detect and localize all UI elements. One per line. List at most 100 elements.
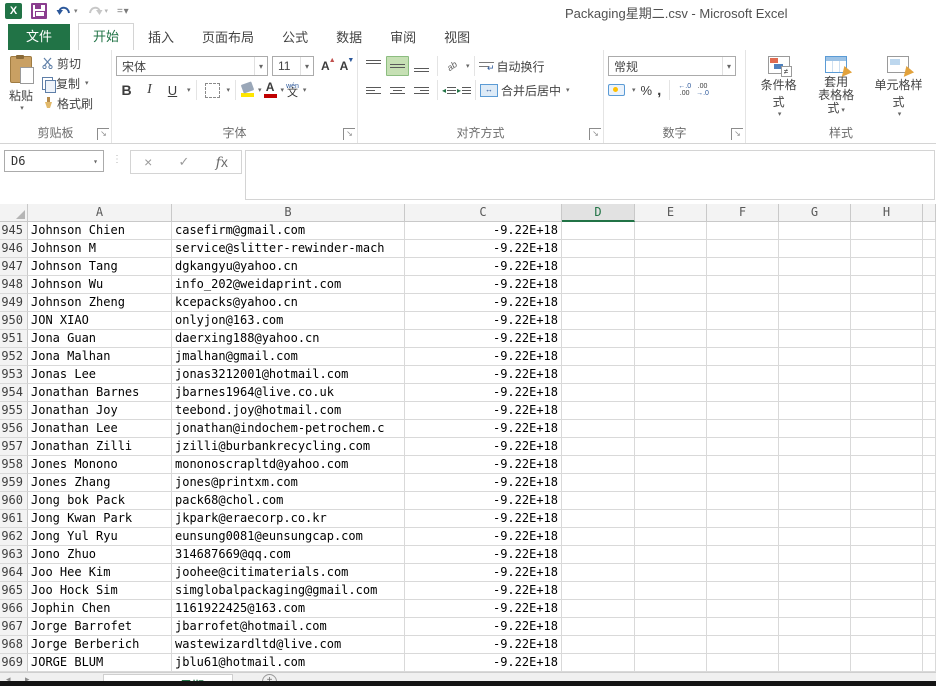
tab-page-layout[interactable]: 页面布局 (188, 25, 268, 50)
cell-empty[interactable] (635, 654, 707, 672)
cell-name[interactable]: Jong Kwan Park (28, 510, 172, 528)
conditional-formatting-button[interactable]: ≠ 条件格式 ▾ (754, 54, 803, 120)
cell-empty[interactable] (562, 636, 635, 654)
cell-empty[interactable] (779, 528, 851, 546)
cell-empty[interactable] (707, 348, 779, 366)
underline-button[interactable]: U (162, 80, 183, 100)
cell-empty[interactable] (851, 654, 923, 672)
cell-empty[interactable] (779, 276, 851, 294)
alignment-dialog-launcher-icon[interactable]: ↘ (589, 128, 601, 140)
cell-empty[interactable] (851, 312, 923, 330)
cell-empty[interactable] (635, 456, 707, 474)
cell-number[interactable]: -9.22E+18 (405, 582, 562, 600)
cell-empty[interactable] (635, 222, 707, 240)
percent-style-button[interactable]: % (641, 83, 653, 98)
row-header[interactable]: 946 (0, 240, 28, 258)
cell-empty[interactable] (635, 636, 707, 654)
redo-button[interactable]: ▾ (87, 5, 109, 18)
format-as-table-button[interactable]: 套用 表格格式▾ (809, 54, 863, 120)
tab-view[interactable]: 视图 (430, 25, 484, 50)
cell-number[interactable]: -9.22E+18 (405, 402, 562, 420)
cell-styles-button[interactable]: 单元格样式 ▾ (869, 54, 928, 120)
cell-empty[interactable] (562, 510, 635, 528)
comma-style-button[interactable]: , (657, 82, 661, 99)
cell-empty[interactable] (635, 330, 707, 348)
font-color-button[interactable]: A (264, 82, 277, 98)
cell-empty[interactable] (562, 420, 635, 438)
cell-empty[interactable] (707, 330, 779, 348)
cell-email[interactable]: wastewizardltd@live.com (172, 636, 405, 654)
cell-empty[interactable] (635, 240, 707, 258)
cell-name[interactable]: Jonas Lee (28, 366, 172, 384)
row-header[interactable]: 953 (0, 366, 28, 384)
cell-name[interactable]: Joo Hee Kim (28, 564, 172, 582)
customize-qat-icon[interactable]: = ▾ (117, 6, 128, 17)
copy-button[interactable]: 复制 ▾ (42, 74, 93, 92)
cell-empty[interactable] (851, 474, 923, 492)
cell-email[interactable]: jones@printxm.com (172, 474, 405, 492)
cell-empty[interactable] (562, 546, 635, 564)
decrease-font-button[interactable]: A▼ (337, 59, 352, 73)
cell-empty[interactable] (562, 528, 635, 546)
cell-empty[interactable] (707, 240, 779, 258)
cell-empty[interactable] (779, 366, 851, 384)
cell-number[interactable]: -9.22E+18 (405, 474, 562, 492)
cell-number[interactable]: -9.22E+18 (405, 348, 562, 366)
cell-empty[interactable] (562, 276, 635, 294)
cell-empty[interactable] (707, 312, 779, 330)
align-left-button[interactable] (362, 80, 385, 100)
cell-empty[interactable] (779, 474, 851, 492)
name-box-dropdown-icon[interactable]: ▾ (88, 157, 103, 166)
cell-empty[interactable] (779, 456, 851, 474)
cell-email[interactable]: jbarnes1964@live.co.uk (172, 384, 405, 402)
middle-align-button[interactable] (386, 56, 409, 76)
row-header[interactable]: 958 (0, 456, 28, 474)
cell-empty[interactable] (562, 456, 635, 474)
cell-empty[interactable] (562, 330, 635, 348)
cell-empty[interactable] (707, 528, 779, 546)
accounting-dropdown-icon[interactable]: ▾ (632, 86, 636, 94)
cell-filler[interactable] (923, 240, 936, 258)
cell-empty[interactable] (562, 600, 635, 618)
cell-empty[interactable] (779, 654, 851, 672)
row-header[interactable]: 952 (0, 348, 28, 366)
cell-email[interactable]: jbarrofet@hotmail.com (172, 618, 405, 636)
cell-name[interactable]: JON XIAO (28, 312, 172, 330)
cell-filler[interactable] (923, 528, 936, 546)
cell-empty[interactable] (779, 564, 851, 582)
cell-name[interactable]: Jorge Barrofet (28, 618, 172, 636)
cell-empty[interactable] (635, 474, 707, 492)
cell-empty[interactable] (851, 564, 923, 582)
cell-email[interactable]: daerxing188@yahoo.cn (172, 330, 405, 348)
cell-filler[interactable] (923, 366, 936, 384)
cell-filler[interactable] (923, 546, 936, 564)
cell-number[interactable]: -9.22E+18 (405, 564, 562, 582)
cell-number[interactable]: -9.22E+18 (405, 294, 562, 312)
cell-styles-dropdown-icon[interactable]: ▾ (898, 110, 902, 118)
row-header[interactable]: 960 (0, 492, 28, 510)
cell-name[interactable]: Jonathan Lee (28, 420, 172, 438)
row-header[interactable]: 963 (0, 546, 28, 564)
cell-number[interactable]: -9.22E+18 (405, 366, 562, 384)
underline-dropdown-icon[interactable]: ▾ (187, 86, 191, 94)
cell-empty[interactable] (562, 474, 635, 492)
cell-empty[interactable] (779, 492, 851, 510)
cell-empty[interactable] (707, 636, 779, 654)
cell-email[interactable]: 1161922425@163.com (172, 600, 405, 618)
cell-name[interactable]: Jono Zhuo (28, 546, 172, 564)
cell-empty[interactable] (562, 438, 635, 456)
tab-home[interactable]: 开始 (78, 23, 134, 50)
column-header-H[interactable]: H (851, 204, 923, 222)
cell-empty[interactable] (707, 600, 779, 618)
cell-empty[interactable] (707, 420, 779, 438)
cell-empty[interactable] (635, 582, 707, 600)
cell-empty[interactable] (707, 456, 779, 474)
row-header[interactable]: 967 (0, 618, 28, 636)
cell-empty[interactable] (562, 294, 635, 312)
cell-number[interactable]: -9.22E+18 (405, 492, 562, 510)
cell-filler[interactable] (923, 438, 936, 456)
cell-filler[interactable] (923, 330, 936, 348)
cell-filler[interactable] (923, 348, 936, 366)
cell-empty[interactable] (562, 222, 635, 240)
tab-review[interactable]: 审阅 (376, 25, 430, 50)
